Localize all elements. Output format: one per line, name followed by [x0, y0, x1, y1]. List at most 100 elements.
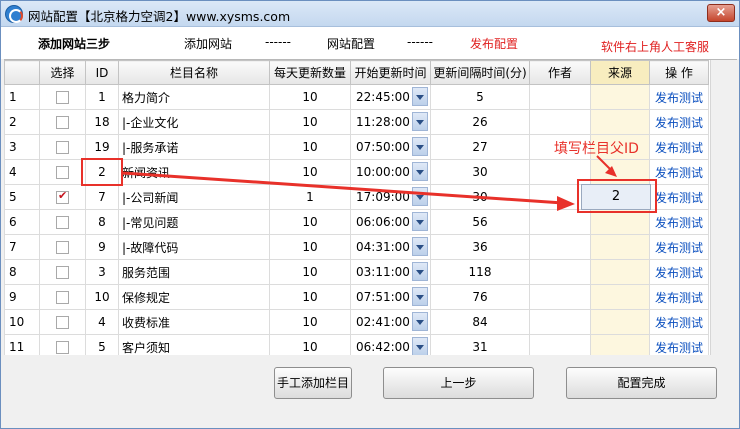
author-cell[interactable] [529, 284, 591, 310]
col-header-id[interactable]: ID [85, 60, 119, 85]
interval-cell[interactable]: 30 [430, 159, 530, 185]
daily-count-cell[interactable]: 10 [269, 334, 351, 355]
daily-count-cell[interactable]: 10 [269, 109, 351, 135]
finish-config-button[interactable]: 配置完成 [566, 367, 717, 399]
author-cell[interactable] [529, 234, 591, 260]
action-cell[interactable]: 发布测试 [649, 334, 709, 355]
id-cell[interactable]: 18 [85, 109, 119, 135]
start-time-cell[interactable]: 02:41:00 [350, 309, 431, 335]
source-cell[interactable] [590, 84, 650, 110]
column-name-cell[interactable]: 收费标准 [118, 309, 270, 335]
select-cell[interactable] [39, 234, 86, 260]
chevron-down-icon[interactable] [412, 237, 428, 256]
select-cell[interactable] [39, 184, 86, 210]
id-cell[interactable]: 4 [85, 309, 119, 335]
column-name-cell[interactable]: 新闻资讯 [118, 159, 270, 185]
publish-test-link[interactable]: 发布测试 [655, 216, 703, 230]
start-time-cell[interactable]: 11:28:00 [350, 109, 431, 135]
publish-test-link[interactable]: 发布测试 [655, 166, 703, 180]
vertical-scrollbar[interactable] [710, 60, 737, 355]
select-cell[interactable] [39, 259, 86, 285]
source-cell[interactable] [590, 209, 650, 235]
chevron-down-icon[interactable] [412, 187, 428, 206]
action-cell[interactable]: 发布测试 [649, 309, 709, 335]
col-header-source[interactable]: 来源 [590, 60, 650, 85]
daily-count-cell[interactable]: 10 [269, 84, 351, 110]
action-cell[interactable]: 发布测试 [649, 184, 709, 210]
action-cell[interactable]: 发布测试 [649, 284, 709, 310]
select-checkbox[interactable] [56, 189, 69, 204]
start-time-cell[interactable]: 10:00:00 [350, 159, 431, 185]
column-name-cell[interactable]: 客户须知 [118, 334, 270, 355]
table-row[interactable]: 6 8 |-常见问题 10 06:06:00 56 发布测试 [4, 209, 709, 235]
publish-test-link[interactable]: 发布测试 [655, 291, 703, 305]
start-time-cell[interactable]: 06:06:00 [350, 209, 431, 235]
table-row[interactable]: 2 18 |-企业文化 10 11:28:00 26 发布测试 [4, 109, 709, 135]
interval-cell[interactable]: 30 [430, 184, 530, 210]
column-name-cell[interactable]: |-服务承诺 [118, 134, 270, 160]
start-time-cell[interactable]: 07:50:00 [350, 134, 431, 160]
select-checkbox[interactable] [56, 341, 69, 354]
chevron-down-icon[interactable] [412, 262, 428, 281]
table-row[interactable]: 7 9 |-故障代码 10 04:31:00 36 发布测试 [4, 234, 709, 260]
interval-cell[interactable]: 84 [430, 309, 530, 335]
column-name-cell[interactable]: |-公司新闻 [118, 184, 270, 210]
daily-count-cell[interactable]: 10 [269, 134, 351, 160]
interval-cell[interactable]: 76 [430, 284, 530, 310]
id-cell[interactable]: 7 [85, 184, 119, 210]
publish-test-link[interactable]: 发布测试 [655, 116, 703, 130]
start-time-cell[interactable]: 04:31:00 [350, 234, 431, 260]
table-row[interactable]: 10 4 收费标准 10 02:41:00 84 发布测试 [4, 309, 709, 335]
interval-cell[interactable]: 56 [430, 209, 530, 235]
col-header-daily[interactable]: 每天更新数量 [269, 60, 351, 85]
table-row[interactable]: 11 5 客户须知 10 06:42:00 31 发布测试 [4, 334, 709, 355]
publish-test-link[interactable]: 发布测试 [655, 241, 703, 255]
action-cell[interactable]: 发布测试 [649, 209, 709, 235]
close-button[interactable]: × [707, 4, 735, 22]
select-checkbox[interactable] [56, 291, 69, 304]
chevron-down-icon[interactable] [412, 337, 428, 355]
source-edit-field[interactable]: 2 [581, 184, 651, 210]
interval-cell[interactable]: 5 [430, 84, 530, 110]
chevron-down-icon[interactable] [412, 112, 428, 131]
publish-test-link[interactable]: 发布测试 [655, 141, 703, 155]
select-checkbox[interactable] [56, 166, 69, 179]
publish-test-link[interactable]: 发布测试 [655, 341, 703, 355]
interval-cell[interactable]: 36 [430, 234, 530, 260]
select-cell[interactable] [39, 84, 86, 110]
id-cell[interactable]: 8 [85, 209, 119, 235]
daily-count-cell[interactable]: 10 [269, 259, 351, 285]
source-cell[interactable] [590, 309, 650, 335]
id-cell[interactable]: 19 [85, 134, 119, 160]
source-cell[interactable] [590, 284, 650, 310]
author-cell[interactable] [529, 309, 591, 335]
chevron-down-icon[interactable] [412, 287, 428, 306]
author-cell[interactable] [529, 84, 591, 110]
publish-test-link[interactable]: 发布测试 [655, 91, 703, 105]
add-column-button[interactable]: 手工添加栏目 [274, 367, 352, 399]
action-cell[interactable]: 发布测试 [649, 259, 709, 285]
col-header-action[interactable]: 操 作 [649, 60, 709, 85]
select-checkbox[interactable] [56, 316, 69, 329]
col-header-name[interactable]: 栏目名称 [118, 60, 270, 85]
daily-count-cell[interactable]: 1 [269, 184, 351, 210]
author-cell[interactable] [529, 334, 591, 355]
source-cell[interactable] [590, 109, 650, 135]
select-checkbox[interactable] [56, 116, 69, 129]
publish-test-link[interactable]: 发布测试 [655, 191, 703, 205]
start-time-cell[interactable]: 17:09:00 [350, 184, 431, 210]
id-cell[interactable]: 10 [85, 284, 119, 310]
daily-count-cell[interactable]: 10 [269, 209, 351, 235]
column-name-cell[interactable]: 服务范围 [118, 259, 270, 285]
select-cell[interactable] [39, 109, 86, 135]
start-time-cell[interactable]: 22:45:00 [350, 84, 431, 110]
select-checkbox[interactable] [56, 241, 69, 254]
id-cell[interactable]: 1 [85, 84, 119, 110]
chevron-down-icon[interactable] [412, 212, 428, 231]
action-cell[interactable]: 发布测试 [649, 159, 709, 185]
table-row[interactable]: 1 1 格力简介 10 22:45:00 5 发布测试 [4, 84, 709, 110]
source-cell[interactable] [590, 334, 650, 355]
chevron-down-icon[interactable] [412, 87, 428, 106]
chevron-down-icon[interactable] [412, 162, 428, 181]
col-header-start-time[interactable]: 开始更新时间 [350, 60, 431, 85]
